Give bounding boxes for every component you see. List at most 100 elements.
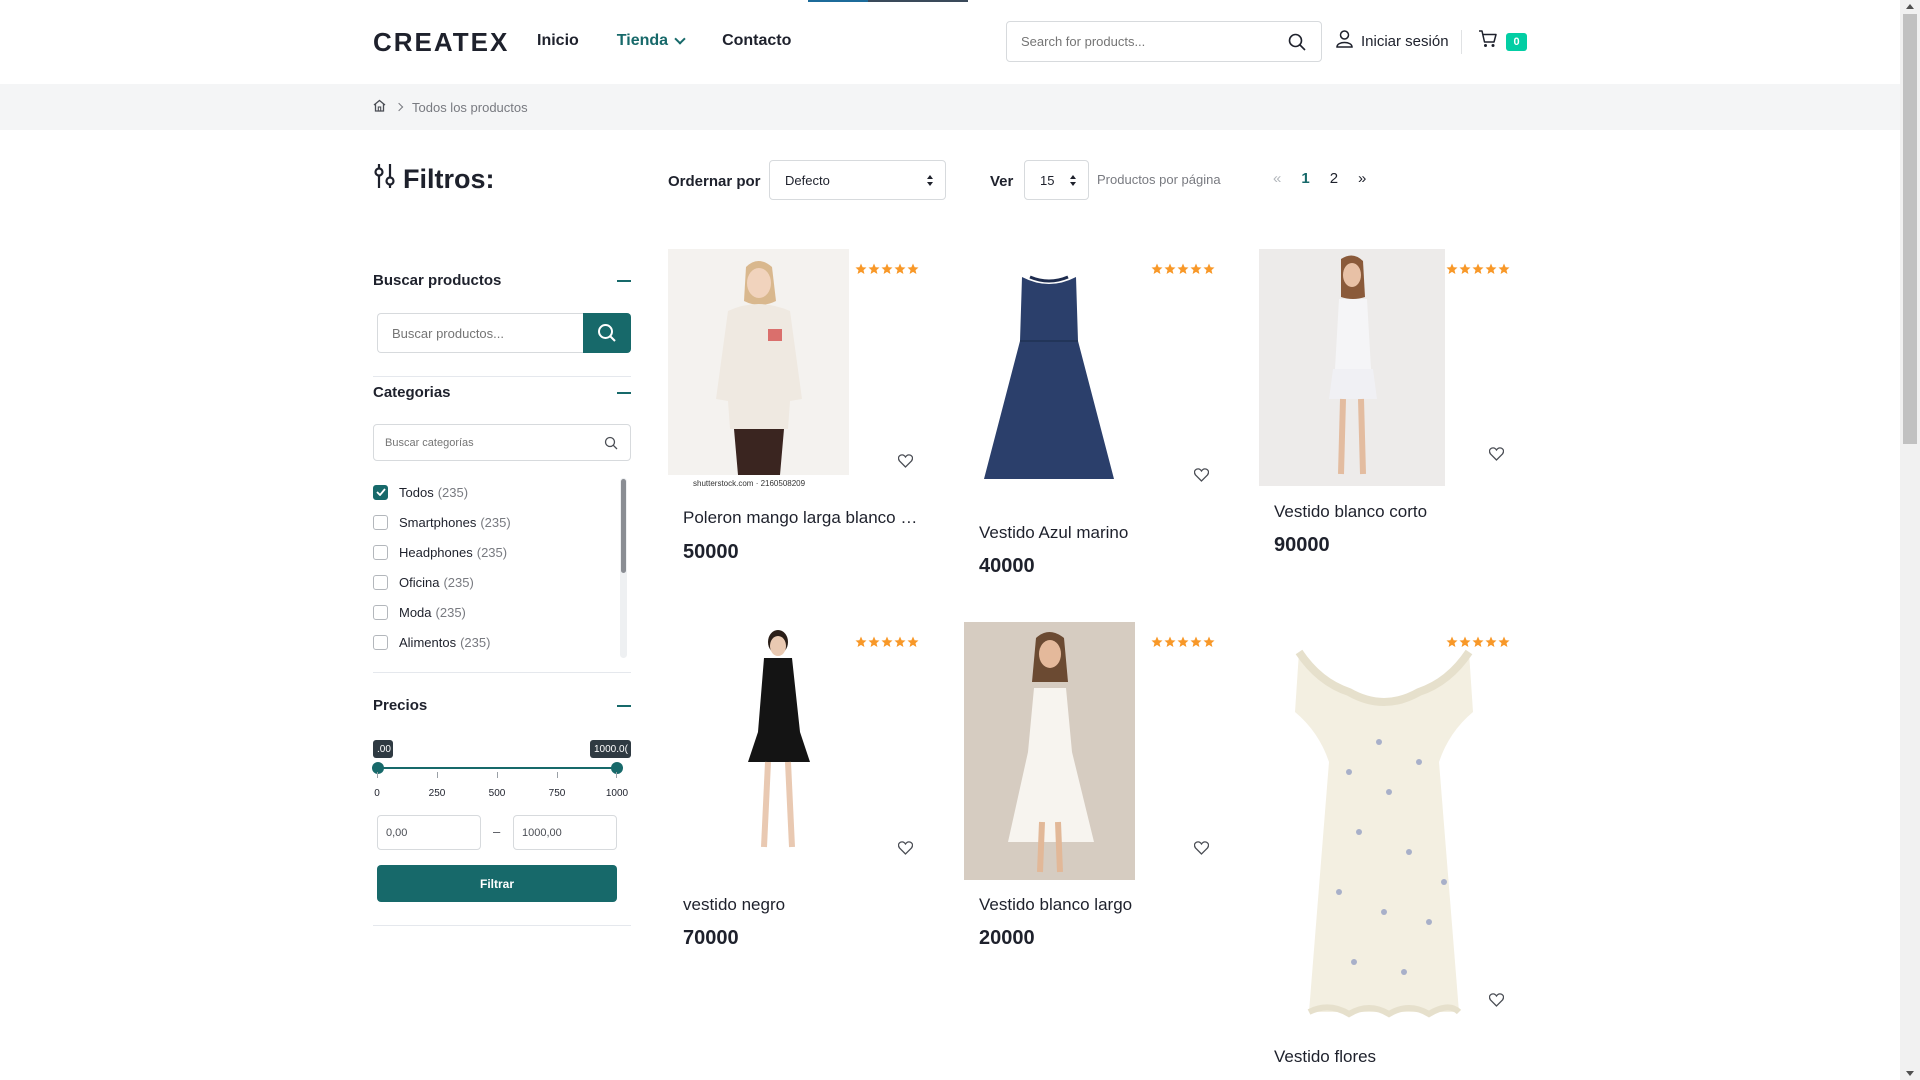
- product-card[interactable]: Vestido blanco corto 90000: [1259, 249, 1510, 569]
- rating-stars: [855, 636, 919, 648]
- nav-tienda-label: Tienda: [616, 32, 669, 49]
- product-title[interactable]: Vestido Azul marino: [979, 523, 1215, 543]
- search-icon: [604, 436, 618, 455]
- product-title[interactable]: Vestido blanco corto: [1274, 502, 1510, 522]
- checkbox[interactable]: [373, 574, 388, 590]
- pager-page-1[interactable]: 1: [1301, 170, 1309, 187]
- rating-stars: [855, 263, 919, 275]
- category-item-todos[interactable]: Todos (235): [373, 477, 613, 507]
- category-item-moda[interactable]: Moda (235): [373, 597, 613, 627]
- cart-count-badge: 0: [1506, 32, 1527, 51]
- page-scrollbar[interactable]: [1900, 0, 1920, 1080]
- header-search-input[interactable]: [1007, 34, 1267, 49]
- product-title[interactable]: Vestido flores: [1274, 1047, 1510, 1067]
- star-icon: [1446, 263, 1458, 274]
- product-card[interactable]: vestido negro 70000: [668, 622, 919, 962]
- per-page-select[interactable]: 15: [1024, 160, 1089, 200]
- star-icon: [894, 636, 906, 647]
- rating-stars: [1446, 263, 1510, 275]
- nav-tienda[interactable]: Tienda: [616, 32, 686, 50]
- checkbox[interactable]: [373, 514, 388, 530]
- product-image[interactable]: [668, 622, 849, 880]
- category-item-headphones[interactable]: Headphones (235): [373, 537, 613, 567]
- per-page-select-value: 15: [1040, 172, 1055, 188]
- category-scroll-thumb[interactable]: [621, 479, 626, 573]
- heart-icon[interactable]: [1193, 841, 1210, 860]
- category-count: (235): [480, 514, 511, 530]
- star-icon: [1459, 636, 1471, 647]
- product-card[interactable]: Vestido blanco largo 20000: [964, 622, 1215, 962]
- product-image[interactable]: [1259, 249, 1445, 486]
- product-image[interactable]: [1259, 622, 1509, 1027]
- section-divider: [373, 376, 631, 377]
- category-item-smartphones[interactable]: Smartphones (235): [373, 507, 613, 537]
- prices-header[interactable]: Precios: [373, 697, 631, 714]
- checkbox[interactable]: [373, 634, 388, 650]
- search-products-header[interactable]: Buscar productos: [373, 272, 631, 289]
- pager-next[interactable]: »: [1358, 170, 1366, 187]
- product-title[interactable]: Vestido blanco largo: [979, 895, 1215, 915]
- filters-title-label: Filtros:: [403, 164, 495, 194]
- heart-icon[interactable]: [1193, 468, 1210, 487]
- heart-icon[interactable]: [897, 454, 914, 473]
- product-image[interactable]: [668, 249, 849, 475]
- categories-header[interactable]: Categorias: [373, 384, 631, 401]
- sidebar-search-button[interactable]: [583, 313, 631, 353]
- logo[interactable]: CREATEX: [373, 27, 509, 58]
- filter-sliders-icon: [373, 163, 397, 196]
- product-card[interactable]: Vestido Azul marino 40000: [964, 249, 1215, 589]
- star-icon: [868, 636, 880, 647]
- category-item-oficina[interactable]: Oficina (235): [373, 567, 613, 597]
- sidebar-search-input[interactable]: [377, 313, 583, 353]
- star-icon: [907, 636, 919, 647]
- price-range-track[interactable]: [377, 767, 617, 769]
- star-icon: [1498, 636, 1510, 647]
- collapse-icon[interactable]: [617, 279, 631, 282]
- product-image[interactable]: [964, 249, 1134, 489]
- product-title[interactable]: Poleron mango larga blanco estampado: [683, 508, 919, 528]
- product-card[interactable]: Vestido flores: [1259, 622, 1510, 1080]
- sort-label: Ordernar por: [668, 173, 761, 190]
- category-search-input[interactable]: [374, 436, 584, 449]
- login-link[interactable]: Iniciar sesión: [1336, 30, 1449, 52]
- search-icon[interactable]: [1287, 32, 1307, 57]
- checkbox[interactable]: [373, 604, 388, 620]
- heart-icon[interactable]: [1488, 993, 1505, 1012]
- category-search: [373, 424, 631, 461]
- price-max-input[interactable]: 1000,00: [513, 815, 617, 850]
- star-icon: [1190, 263, 1202, 274]
- checkbox[interactable]: [373, 544, 388, 560]
- scroll-up-arrow-icon[interactable]: [1906, 4, 1914, 9]
- heart-icon[interactable]: [897, 841, 914, 860]
- star-icon: [855, 636, 867, 647]
- page-scroll-thumb[interactable]: [1903, 14, 1917, 444]
- nav-inicio[interactable]: Inicio: [537, 32, 579, 50]
- collapse-icon[interactable]: [617, 704, 631, 707]
- product-card[interactable]: shutterstock.com · 2160508209 Poleron ma…: [668, 249, 919, 579]
- product-price: 20000: [979, 927, 1035, 949]
- home-icon[interactable]: [373, 99, 386, 115]
- per-page-label-ver: Ver: [990, 173, 1014, 190]
- sort-select-value: Defecto: [785, 172, 830, 188]
- product-image[interactable]: [964, 622, 1135, 880]
- sort-select[interactable]: Defecto: [769, 160, 946, 200]
- filter-button[interactable]: Filtrar: [377, 865, 617, 902]
- product-title[interactable]: vestido negro: [683, 895, 919, 915]
- category-item-alimentos[interactable]: Alimentos (235): [373, 627, 613, 657]
- pager-page-2[interactable]: 2: [1330, 170, 1338, 187]
- chevron-right-icon: [394, 102, 404, 112]
- per-page-label: Productos por página: [1097, 172, 1221, 187]
- scroll-down-arrow-icon[interactable]: [1906, 1071, 1914, 1076]
- collapse-icon[interactable]: [617, 391, 631, 394]
- nav-contacto[interactable]: Contacto: [722, 32, 791, 50]
- pager-prev[interactable]: «: [1273, 170, 1281, 187]
- search-icon: [598, 324, 616, 342]
- price-min-input[interactable]: 0,00: [377, 815, 481, 850]
- cart-button[interactable]: 0: [1478, 30, 1527, 53]
- star-icon: [1485, 263, 1497, 274]
- image-watermark: shutterstock.com · 2160508209: [693, 479, 806, 488]
- star-icon: [894, 263, 906, 274]
- sidebar-search: [377, 313, 631, 353]
- heart-icon[interactable]: [1488, 447, 1505, 466]
- checkbox-checked[interactable]: [373, 484, 388, 500]
